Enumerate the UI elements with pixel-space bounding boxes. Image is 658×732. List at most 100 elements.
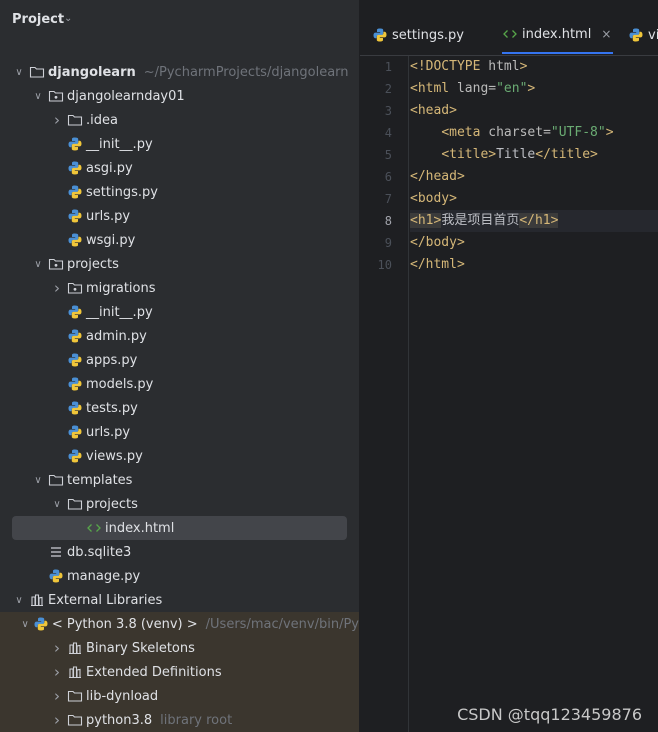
code-token: charset= xyxy=(488,125,551,140)
chevron-down-icon[interactable]: ∨ xyxy=(12,67,26,78)
chevron-right-icon[interactable]: › xyxy=(50,111,64,129)
tree-item-projects[interactable]: ∨ projects xyxy=(0,492,359,516)
code-line[interactable]: </html> xyxy=(410,254,465,276)
tree-item-djangolearn[interactable]: ∨ djangolearn ~/PycharmProjects/djangolear… xyxy=(0,60,359,84)
chevron-down-icon[interactable]: ⌄ xyxy=(64,13,72,24)
folder-icon xyxy=(67,496,83,512)
tree-item-label: python3.8 xyxy=(86,712,153,728)
code-token: "en" xyxy=(496,81,528,96)
python-file-icon xyxy=(67,376,83,392)
tree-item-views-py[interactable]: ›views.py xyxy=(0,444,359,468)
code-token: <title> xyxy=(441,147,497,162)
tree-item-asgi-py[interactable]: ›asgi.py xyxy=(0,156,359,180)
python-file-icon xyxy=(67,352,83,368)
chevron-right-icon[interactable]: › xyxy=(50,279,64,297)
folder-icon xyxy=(67,688,83,704)
line-number: 5 xyxy=(384,148,392,162)
tree-item-label: projects xyxy=(67,256,119,272)
project-view-selector[interactable]: Project xyxy=(12,12,64,27)
tree-item-db-sqlite3[interactable]: ›db.sqlite3 xyxy=(0,540,359,564)
code-token: lang= xyxy=(456,81,497,96)
folder-icon xyxy=(67,712,83,728)
tree-item-lib-dynload[interactable]: › lib-dynload xyxy=(0,684,359,708)
tree-item-settings-py[interactable]: ›settings.py xyxy=(0,180,359,204)
code-line[interactable]: <body> xyxy=(410,188,457,210)
tree-item-label: apps.py xyxy=(86,352,138,368)
line-number: 3 xyxy=(384,104,392,118)
code-line[interactable]: </head> xyxy=(410,166,465,188)
line-number: 4 xyxy=(384,126,392,140)
tree-item-label: djangolearnday01 xyxy=(67,88,185,104)
tab-vi[interactable]: vi xyxy=(628,16,658,54)
chevron-right-icon[interactable]: › xyxy=(50,687,64,705)
tree-item-label: .idea xyxy=(86,112,118,128)
tree-item-migrations[interactable]: › migrations xyxy=(0,276,359,300)
tree-item-init-py[interactable]: ›__init__.py xyxy=(0,132,359,156)
tree-item-manage-py[interactable]: ›manage.py xyxy=(0,564,359,588)
chevron-right-icon[interactable]: › xyxy=(50,639,64,657)
code-line[interactable]: <html lang="en"> xyxy=(410,78,535,100)
tree-item-urls-py[interactable]: ›urls.py xyxy=(0,204,359,228)
tree-item-label: < Python 3.8 (venv) > xyxy=(51,616,198,632)
python-file-icon xyxy=(67,160,83,176)
tree-item-idea[interactable]: › .idea xyxy=(0,108,359,132)
close-tab-icon[interactable]: × xyxy=(601,27,611,41)
tree-item-admin-py[interactable]: ›admin.py xyxy=(0,324,359,348)
tab-settings-py[interactable]: settings.py xyxy=(372,16,464,54)
code-line[interactable]: </body> xyxy=(410,232,465,254)
python-file-icon xyxy=(67,304,83,320)
tab-label: index.html xyxy=(522,26,592,42)
tree-item-djangolearnday01[interactable]: ∨ djangolearnday01 xyxy=(0,84,359,108)
line-number: 6 xyxy=(384,170,392,184)
project-header: Project ⌄ xyxy=(0,0,359,40)
chevron-down-icon[interactable]: ∨ xyxy=(31,259,45,270)
tree-item-init-py[interactable]: ›__init__.py xyxy=(0,300,359,324)
line-number: 9 xyxy=(384,236,392,250)
code-line[interactable]: <head> xyxy=(410,100,457,122)
tree-item-python-3-8-venv[interactable]: ∨ < Python 3.8 (venv) > /Users/mac/venv/bi… xyxy=(0,612,359,636)
tree-item-templates[interactable]: ∨ templates xyxy=(0,468,359,492)
tree-item-extended-definitions[interactable]: › Extended Definitions xyxy=(0,660,359,684)
tree-item-apps-py[interactable]: ›apps.py xyxy=(0,348,359,372)
tree-item-external-libraries[interactable]: ∨ External Libraries xyxy=(0,588,359,612)
tree-item-label: wsgi.py xyxy=(86,232,136,248)
chevron-down-icon[interactable]: ∨ xyxy=(12,595,26,606)
chevron-right-icon[interactable]: › xyxy=(50,663,64,681)
tree-item-hint: library root xyxy=(160,712,233,728)
tree-item-label: tests.py xyxy=(86,400,138,416)
editor-tabs: settings.py index.html × vi xyxy=(360,16,658,56)
tree-item-label: db.sqlite3 xyxy=(67,544,132,560)
tab-index-html[interactable]: index.html × xyxy=(502,16,614,54)
tree-item-urls-py[interactable]: ›urls.py xyxy=(0,420,359,444)
tree-item-label: admin.py xyxy=(86,328,147,344)
chevron-down-icon[interactable]: ∨ xyxy=(31,475,45,486)
gutter-separator xyxy=(408,56,409,732)
library-icon xyxy=(67,664,83,680)
code-line[interactable]: <title>Title</title> xyxy=(410,144,598,166)
code-token: </html> xyxy=(410,257,465,272)
database-file-icon xyxy=(48,544,64,560)
code-line[interactable]: <meta charset="UTF-8"> xyxy=(410,122,613,144)
chevron-down-icon[interactable]: ∨ xyxy=(31,91,45,102)
tree-item-projects[interactable]: ∨ projects xyxy=(0,252,359,276)
tree-item-label: __init__.py xyxy=(86,136,153,152)
tree-item-label: asgi.py xyxy=(86,160,133,176)
python-file-icon xyxy=(67,400,83,416)
tree-item-wsgi-py[interactable]: ›wsgi.py xyxy=(0,228,359,252)
tree-item-index-html[interactable]: ›index.html xyxy=(0,516,359,540)
tree-item-binary-skeletons[interactable]: › Binary Skeletons xyxy=(0,636,359,660)
chevron-right-icon[interactable]: › xyxy=(50,711,64,729)
tree-item-tests-py[interactable]: ›tests.py xyxy=(0,396,359,420)
code-token: <body> xyxy=(410,191,457,206)
tree-item-label: lib-dynload xyxy=(86,688,159,704)
editor-area: settings.py index.html × vi 1 2 3 4 5 6 7 8 9 10 <!D… xyxy=(360,0,658,732)
tree-item-models-py[interactable]: ›models.py xyxy=(0,372,359,396)
library-icon xyxy=(67,640,83,656)
code-token: > xyxy=(527,81,536,96)
code-line[interactable]: <!DOCTYPE html> xyxy=(410,56,527,78)
tree-item-label: urls.py xyxy=(86,208,131,224)
chevron-down-icon[interactable]: ∨ xyxy=(21,619,30,630)
tree-item-python3-8[interactable]: › python3.8 library root xyxy=(0,708,359,732)
code-line[interactable]: <h1>我是项目首页</h1> xyxy=(410,210,658,232)
chevron-down-icon[interactable]: ∨ xyxy=(50,499,64,510)
